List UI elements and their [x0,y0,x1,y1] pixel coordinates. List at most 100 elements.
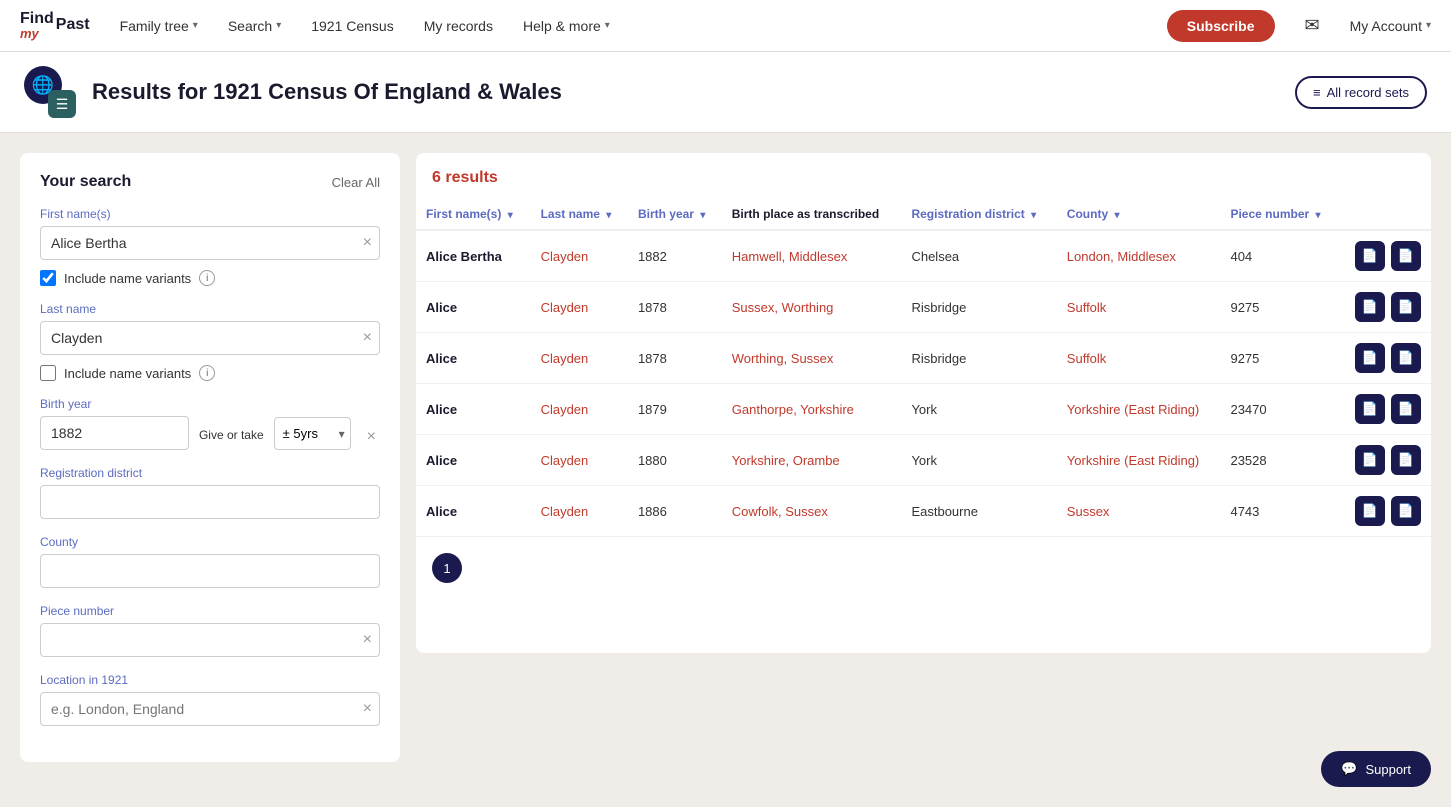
county-section: County [40,535,380,588]
nav-census[interactable]: 1921 Census [311,18,394,34]
support-button[interactable]: 💬 Support [1321,751,1431,787]
county-link[interactable]: Yorkshire (East Riding) [1067,453,1199,468]
pagination: 1 [416,537,1431,599]
view-record-button[interactable]: 📄 [1355,496,1385,526]
county-link[interactable]: London, Middlesex [1067,249,1176,264]
view-record-button[interactable]: 📄 [1355,445,1385,475]
last-name-link[interactable]: Clayden [541,453,589,468]
results-count: 6 results [416,169,1431,199]
col-first-name[interactable]: First name(s) ▾ [416,199,531,230]
save-record-button[interactable]: 📄 [1391,394,1421,424]
first-name-input[interactable] [40,226,380,260]
last-name-link[interactable]: Clayden [541,504,589,519]
birth-year-section: Birth year Give or take ± 0yrs ± 1yrs ± … [40,397,380,450]
cell-actions: 📄 📄 [1339,384,1431,435]
results-number: 6 [432,169,441,186]
cell-actions: 📄 📄 [1339,333,1431,384]
nav-help-more[interactable]: Help & more ▾ [523,18,610,34]
nav-family-tree[interactable]: Family tree ▾ [120,18,198,34]
save-record-button[interactable]: 📄 [1391,445,1421,475]
give-take-label: Give or take [199,428,264,442]
birth-place-link[interactable]: Worthing, Sussex [732,351,834,366]
give-take-select[interactable]: ± 0yrs ± 1yrs ± 2yrs ± 5yrs ± 10yrs [274,417,351,450]
cell-first-name: Alice Bertha [416,230,531,282]
results-label: results [445,169,497,186]
page-header: 🌐 ☰ Results for 1921 Census Of England &… [0,52,1451,133]
first-name-variants-info-icon[interactable]: i [199,270,215,286]
save-record-button[interactable]: 📄 [1391,496,1421,526]
cell-last-name: Clayden [531,282,628,333]
piece-sort-icon: ▾ [1316,210,1321,221]
birth-place-link[interactable]: Hamwell, Middlesex [732,249,848,264]
last-name-link[interactable]: Clayden [541,249,589,264]
table-row: Alice Clayden 1879 Ganthorpe, Yorkshire … [416,384,1431,435]
all-record-sets-button[interactable]: ≡ All record sets [1295,76,1427,109]
results-panel: 6 results First name(s) ▾ Last name ▾ Bi… [416,153,1431,653]
location-input[interactable] [40,692,380,726]
last-name-variants-checkbox[interactable] [40,365,56,381]
cell-birth-year: 1878 [628,333,722,384]
county-link[interactable]: Sussex [1067,504,1110,519]
view-record-button[interactable]: 📄 [1355,394,1385,424]
birth-place-link[interactable]: Ganthorpe, Yorkshire [732,402,854,417]
clear-all-button[interactable]: Clear All [332,175,380,190]
cell-county: Suffolk [1057,282,1221,333]
location-clear-button[interactable]: × [363,700,372,718]
first-name-variants-row: Include name variants i [40,270,380,286]
doc-icon: ☰ [48,90,76,118]
col-county[interactable]: County ▾ [1057,199,1221,230]
view-record-button[interactable]: 📄 [1355,343,1385,373]
cell-reg-district: Eastbourne [901,486,1056,537]
col-piece-number[interactable]: Piece number ▾ [1220,199,1338,230]
reg-district-sort-icon: ▾ [1031,210,1036,221]
county-link[interactable]: Suffolk [1067,351,1107,366]
birth-year-clear-button[interactable]: × [363,424,380,450]
cell-last-name: Clayden [531,333,628,384]
last-name-link[interactable]: Clayden [541,300,589,315]
col-reg-district[interactable]: Registration district ▾ [901,199,1056,230]
piece-number-input[interactable] [40,623,380,657]
birth-place-link[interactable]: Cowfolk, Sussex [732,504,828,519]
page-1-button[interactable]: 1 [432,553,462,583]
save-record-button[interactable]: 📄 [1391,241,1421,271]
cell-birth-place: Hamwell, Middlesex [722,230,902,282]
county-link[interactable]: Yorkshire (East Riding) [1067,402,1199,417]
reg-district-input[interactable] [40,485,380,519]
last-name-link[interactable]: Clayden [541,402,589,417]
cell-last-name: Clayden [531,384,628,435]
county-input[interactable] [40,554,380,588]
col-last-name[interactable]: Last name ▾ [531,199,628,230]
last-name-variants-info-icon[interactable]: i [199,365,215,381]
cell-actions: 📄 📄 [1339,282,1431,333]
results-table: First name(s) ▾ Last name ▾ Birth year ▾… [416,199,1431,537]
cell-first-name: Alice [416,435,531,486]
mail-icon[interactable]: ✉ [1305,15,1320,36]
nav-search[interactable]: Search ▾ [228,18,281,34]
birth-year-input[interactable] [40,416,189,450]
save-record-button[interactable]: 📄 [1391,292,1421,322]
last-name-section: Last name × Include name variants i [40,302,380,381]
nav-my-records[interactable]: My records [424,18,493,34]
first-name-variants-checkbox[interactable] [40,270,56,286]
save-record-button[interactable]: 📄 [1391,343,1421,373]
piece-number-clear-button[interactable]: × [363,631,372,649]
cell-first-name: Alice [416,486,531,537]
cell-county: London, Middlesex [1057,230,1221,282]
last-name-clear-button[interactable]: × [363,329,372,347]
last-name-link[interactable]: Clayden [541,351,589,366]
sidebar-title: Your search [40,173,131,191]
last-name-input[interactable] [40,321,380,355]
view-record-button[interactable]: 📄 [1355,292,1385,322]
nav-my-account[interactable]: My Account ▾ [1350,18,1431,34]
county-sort-icon: ▾ [1114,210,1119,221]
cell-reg-district: Risbridge [901,282,1056,333]
last-name-wrapper: × [40,321,380,355]
birth-place-link[interactable]: Yorkshire, Orambe [732,453,840,468]
first-name-clear-button[interactable]: × [363,234,372,252]
col-birth-year[interactable]: Birth year ▾ [628,199,722,230]
view-record-button[interactable]: 📄 [1355,241,1385,271]
logo[interactable]: Find my Past [20,10,90,42]
subscribe-button[interactable]: Subscribe [1167,10,1275,42]
county-link[interactable]: Suffolk [1067,300,1107,315]
birth-place-link[interactable]: Sussex, Worthing [732,300,834,315]
